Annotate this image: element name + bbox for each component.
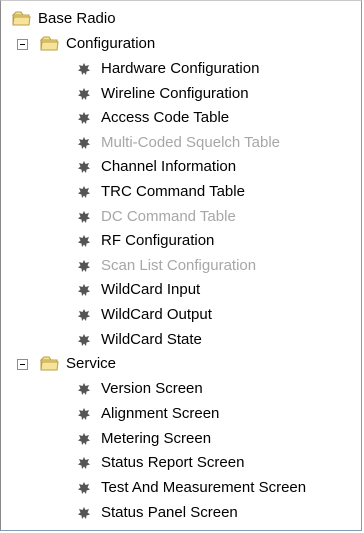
bullet-icon: [77, 432, 91, 446]
tree-item-label: Wireline Configuration: [101, 84, 249, 102]
tree-item-label: TRC Command Table: [101, 183, 245, 200]
bullet-icon: [77, 210, 91, 224]
tree-item[interactable]: Version Screen: [77, 377, 203, 401]
tree-item-label: Version Screen: [101, 380, 203, 397]
bullet-icon: [77, 160, 91, 174]
bullet-icon: [77, 259, 91, 273]
tree-item[interactable]: Test And Measurement Screen: [77, 476, 306, 500]
tree-item[interactable]: Status Report Screen: [77, 451, 244, 475]
tree-item-label: DC Command Table: [101, 207, 236, 225]
tree-item-label: WildCard Input: [101, 281, 201, 299]
tree-item-label: WildCard Output: [101, 306, 212, 323]
tree-folder-label: Service: [66, 355, 117, 372]
tree-item[interactable]: Wireline Configuration: [77, 82, 249, 106]
tree-item-label: Status Report Screen: [101, 454, 245, 472]
tree-item: DC Command Table: [77, 205, 236, 229]
tree-item-label: Test And Measurement Screen: [101, 479, 307, 497]
tree-item-label: Status Panel Screen: [101, 504, 238, 521]
tree-root-base-radio[interactable]: Base Radio: [12, 7, 116, 31]
collapse-toggle-icon[interactable]: [17, 358, 28, 370]
bullet-icon: [77, 62, 91, 76]
bullet-icon: [77, 481, 91, 495]
tree-folder-label: Configuration: [66, 35, 156, 52]
tree-item: Multi-Coded Squelch Table: [77, 131, 280, 155]
folder-icon: [12, 11, 32, 27]
tree-item-label: Multi-Coded Squelch Table: [101, 133, 280, 151]
folder-icon: [40, 36, 60, 52]
tree-item[interactable]: Status Panel Screen: [77, 501, 238, 525]
tree-folder-service[interactable]: Service: [17, 352, 116, 376]
bullet-icon: [77, 382, 91, 396]
tree-item: Scan List Configuration: [77, 254, 256, 278]
tree-item-label: Alignment Screen: [101, 404, 220, 422]
tree-folder-configuration[interactable]: Configuration: [17, 32, 155, 56]
bullet-icon: [77, 87, 91, 101]
tree-item[interactable]: WildCard Output: [77, 303, 212, 327]
bullet-icon: [77, 407, 91, 421]
tree-item[interactable]: Alignment Screen: [77, 402, 219, 426]
bullet-icon: [77, 136, 91, 150]
bullet-icon: [77, 333, 91, 347]
tree-item[interactable]: TRC Command Table: [77, 180, 245, 204]
tree-item-label: Access Code Table: [101, 109, 230, 127]
tree-item[interactable]: RF Configuration: [77, 229, 214, 253]
tree-item-label: WildCard State: [101, 330, 202, 348]
tree-item-label: Metering Screen: [101, 429, 212, 447]
bullet-icon: [77, 234, 91, 248]
bullet-icon: [77, 111, 91, 125]
bullet-icon: [77, 185, 91, 199]
tree-item[interactable]: WildCard State: [77, 328, 202, 352]
folder-icon: [40, 356, 60, 372]
collapse-toggle-icon[interactable]: [17, 38, 28, 50]
tree-item-label: Channel Information: [101, 158, 237, 176]
tree-item[interactable]: Channel Information: [77, 155, 236, 179]
tree-item[interactable]: Metering Screen: [77, 427, 211, 451]
tree-item-label: Scan List Configuration: [101, 256, 257, 274]
bullet-icon: [77, 456, 91, 470]
bullet-icon: [77, 283, 91, 297]
tree-item[interactable]: WildCard Input: [77, 278, 200, 302]
tree-item-label: Hardware Configuration: [101, 60, 260, 77]
tree-item-label: RF Configuration: [101, 232, 215, 250]
tree-item[interactable]: Access Code Table: [77, 106, 229, 130]
tree-root-label: Base Radio: [38, 10, 116, 27]
tree-item[interactable]: Hardware Configuration: [77, 57, 259, 81]
bullet-icon: [77, 506, 91, 520]
bullet-icon: [77, 308, 91, 322]
